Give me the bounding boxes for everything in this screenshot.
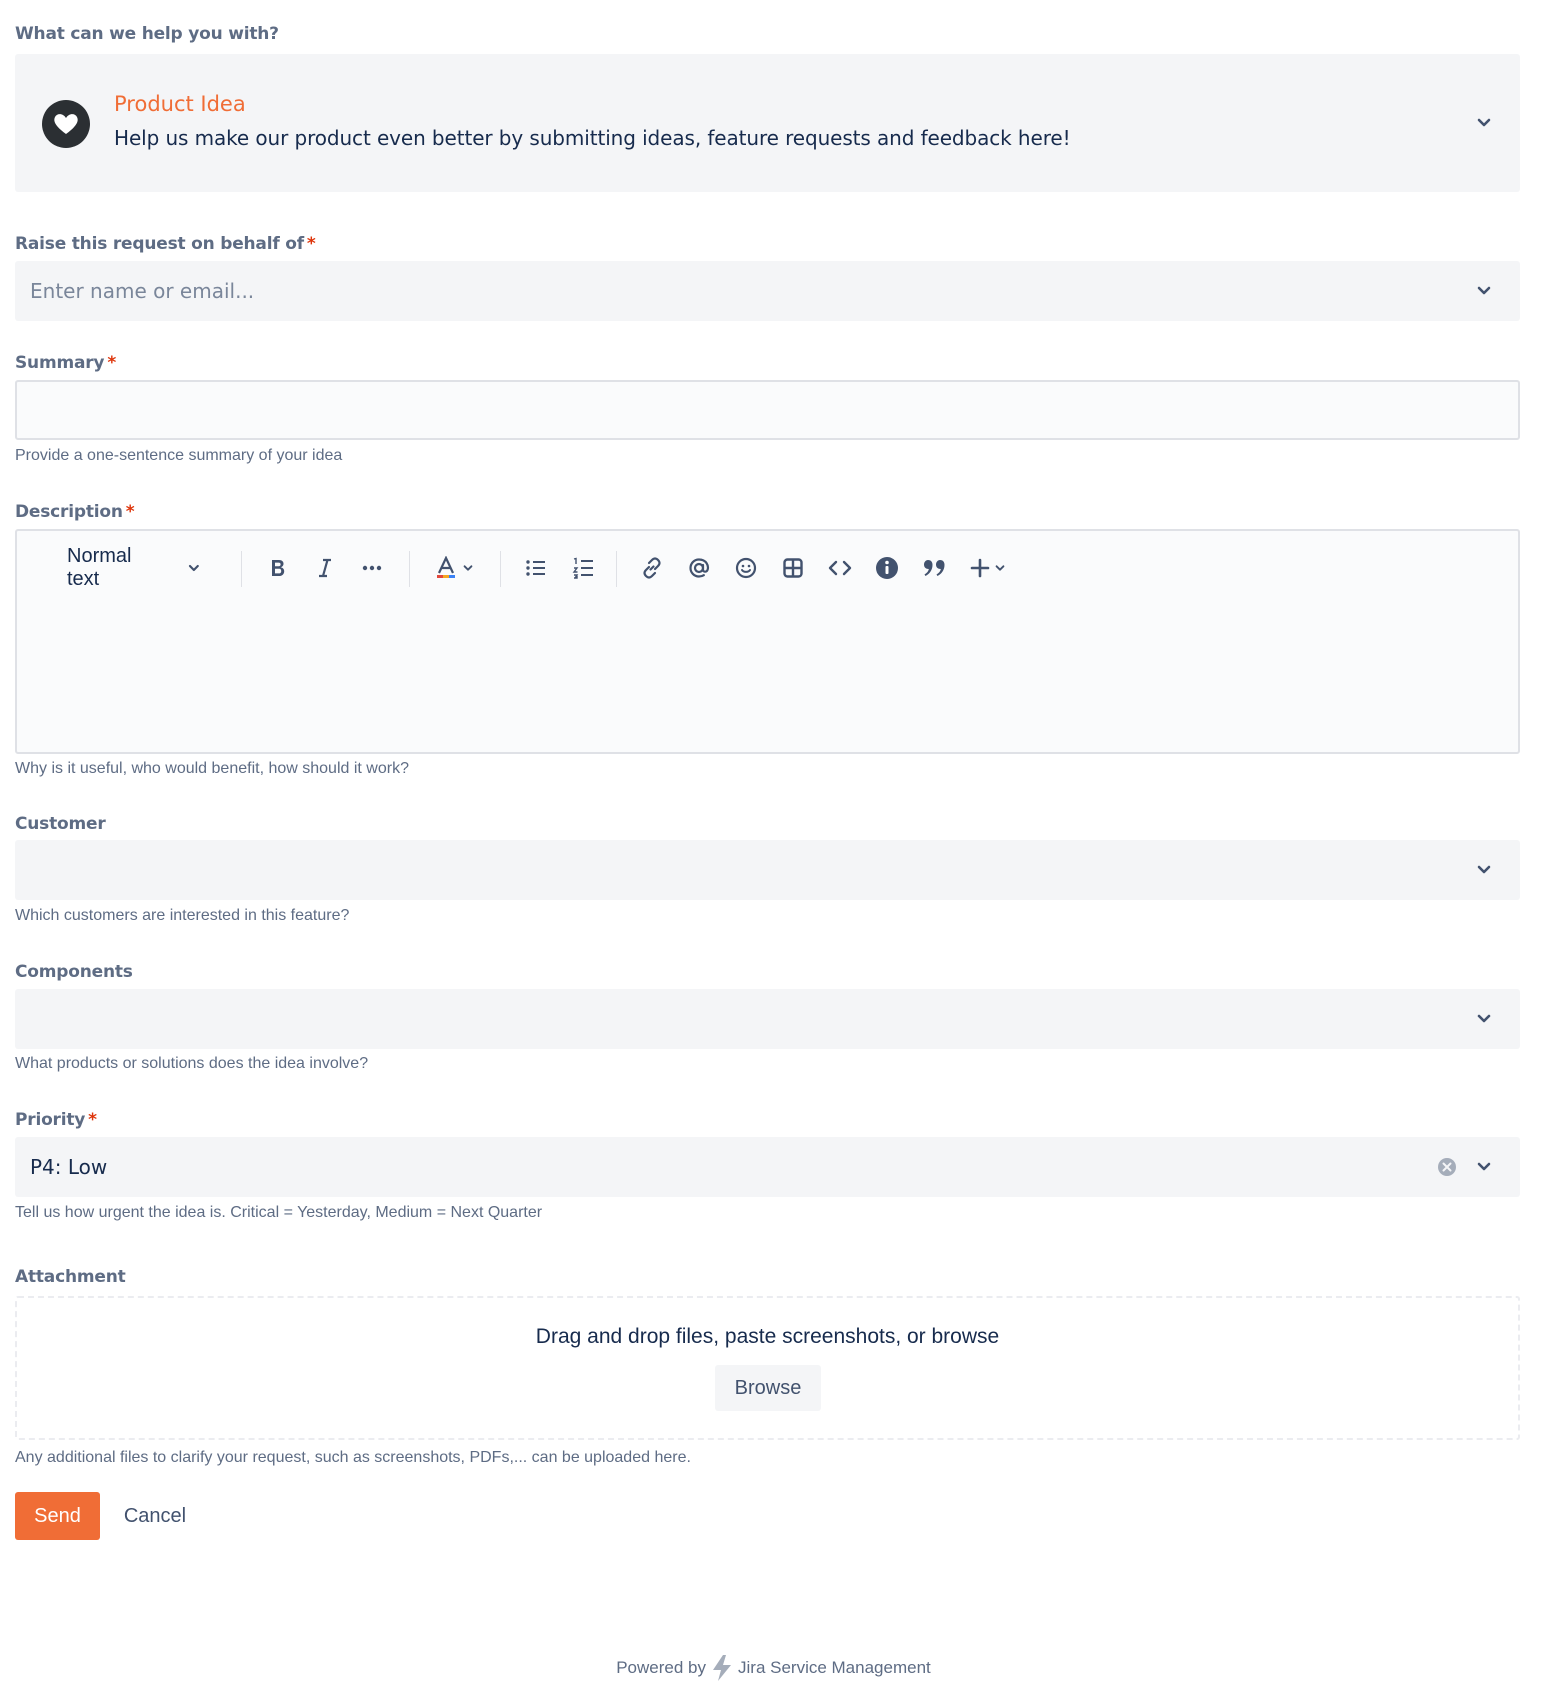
table-icon[interactable] xyxy=(776,551,810,585)
link-icon[interactable] xyxy=(635,551,669,585)
jira-bolt-icon xyxy=(713,1655,731,1681)
toolbar-divider xyxy=(241,551,242,587)
toolbar-divider xyxy=(409,551,410,587)
on-behalf-placeholder: Enter name or email... xyxy=(30,279,255,303)
more-formatting-icon[interactable] xyxy=(355,551,389,585)
attachment-dropzone[interactable]: Drag and drop files, paste screenshots, … xyxy=(15,1296,1520,1440)
bold-icon[interactable] xyxy=(261,551,295,585)
jira-service-management-link[interactable]: Jira Service Management xyxy=(738,1658,931,1678)
chevron-down-icon[interactable] xyxy=(1473,112,1495,134)
powered-by-text: Powered by xyxy=(616,1658,706,1677)
dropzone-text: Drag and drop files, paste screenshots, … xyxy=(535,1325,1000,1348)
on-behalf-select[interactable]: Enter name or email... xyxy=(15,261,1520,321)
quote-icon[interactable] xyxy=(917,551,951,585)
info-panel-icon[interactable] xyxy=(870,551,904,585)
code-icon[interactable] xyxy=(823,551,857,585)
components-label: Components xyxy=(15,962,133,982)
priority-label-text: Priority xyxy=(15,1110,86,1130)
clear-icon[interactable] xyxy=(1436,1156,1458,1178)
components-help: What products or solutions does the idea… xyxy=(15,1055,369,1072)
priority-value: P4: Low xyxy=(30,1155,108,1179)
toolbar-divider xyxy=(500,551,501,587)
text-style-dropdown[interactable]: Normal text xyxy=(51,545,201,590)
chevron-down-icon[interactable] xyxy=(1473,1156,1495,1178)
heart-icon xyxy=(42,100,90,148)
request-type-label: What can we help you with? xyxy=(15,24,279,44)
customer-help: Which customers are interested in this f… xyxy=(15,907,350,924)
footer: Powered by Jira Service Management xyxy=(0,1654,1547,1682)
cancel-button[interactable]: Cancel xyxy=(115,1492,195,1540)
required-mark: * xyxy=(306,234,316,254)
request-type-name: Product Idea xyxy=(114,92,246,116)
insert-plus-icon[interactable] xyxy=(964,551,1012,585)
priority-label: Priority * xyxy=(15,1110,97,1130)
browse-button[interactable]: Browse xyxy=(715,1365,821,1411)
on-behalf-label-text: Raise this request on behalf of xyxy=(15,234,304,254)
mention-icon[interactable] xyxy=(682,551,716,585)
required-mark: * xyxy=(88,1110,97,1130)
chevron-down-icon[interactable] xyxy=(1473,280,1495,302)
summary-input[interactable] xyxy=(15,380,1520,440)
chevron-down-icon[interactable] xyxy=(1473,1008,1495,1030)
priority-help: Tell us how urgent the idea is. Critical… xyxy=(15,1204,543,1221)
on-behalf-label: Raise this request on behalf of * xyxy=(15,234,316,254)
text-color-icon[interactable] xyxy=(430,551,480,585)
description-label: Description * xyxy=(15,502,135,522)
description-help: Why is it useful, who would benefit, how… xyxy=(15,760,409,777)
summary-help: Provide a one-sentence summary of your i… xyxy=(15,447,343,464)
summary-label-text: Summary xyxy=(15,353,105,373)
description-label-text: Description xyxy=(15,502,123,522)
emoji-icon[interactable] xyxy=(729,551,763,585)
chevron-down-icon xyxy=(189,564,200,572)
toolbar-divider xyxy=(616,551,617,587)
request-type-select[interactable]: Product Idea Help us make our product ev… xyxy=(15,54,1520,192)
chevron-down-icon[interactable] xyxy=(1473,859,1495,881)
customer-select[interactable] xyxy=(15,840,1520,900)
required-mark: * xyxy=(125,502,135,522)
numbered-list-icon[interactable] xyxy=(566,551,600,585)
attachment-label: Attachment xyxy=(15,1267,126,1287)
priority-select[interactable]: P4: Low xyxy=(15,1137,1520,1197)
components-select[interactable] xyxy=(15,989,1520,1049)
text-style-label: Normal text xyxy=(67,545,132,590)
customer-label: Customer xyxy=(15,814,106,834)
description-editor[interactable]: Normal text xyxy=(15,529,1520,754)
required-mark: * xyxy=(107,353,117,373)
send-button[interactable]: Send xyxy=(15,1492,100,1540)
attachment-help: Any additional files to clarify your req… xyxy=(15,1449,691,1466)
bullet-list-icon[interactable] xyxy=(519,551,553,585)
request-type-description: Help us make our product even better by … xyxy=(114,126,1071,150)
italic-icon[interactable] xyxy=(308,551,342,585)
summary-label: Summary * xyxy=(15,353,116,373)
